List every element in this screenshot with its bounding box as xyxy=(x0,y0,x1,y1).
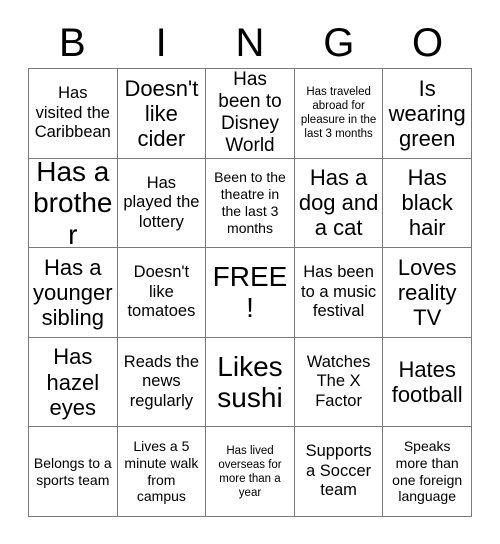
bingo-cell-label: Been to the theatre in the last 3 months xyxy=(214,169,286,236)
bingo-header-row: B I N G O xyxy=(28,18,472,68)
bingo-cell-label: Speaks more than one foreign language xyxy=(392,438,463,505)
bingo-cell-label: Is wearing green xyxy=(388,75,466,151)
bingo-cell-i4[interactable]: Reads the news regularly xyxy=(117,337,207,428)
bingo-cell-label: Loves reality TV xyxy=(397,254,457,331)
bingo-cell-label: Has a dog and a cat xyxy=(298,165,379,241)
bingo-cell-b1[interactable]: Has visited the Caribbean xyxy=(29,69,118,159)
bingo-cell-i1[interactable]: Doesn't like cider xyxy=(117,69,207,159)
bingo-cell-b4[interactable]: Has hazel eyes xyxy=(29,337,118,428)
bingo-cell-label: Has hazel eyes xyxy=(46,344,100,420)
bingo-free-space-label: FREE! xyxy=(212,261,288,324)
bingo-cell-label: Doesn't like tomatoes xyxy=(127,263,196,321)
bingo-cell-g2[interactable]: Has a dog and a cat xyxy=(294,158,384,249)
bingo-grid: Has visited the Caribbean Doesn't like c… xyxy=(28,68,472,517)
bingo-cell-label: Has black hair xyxy=(401,165,453,241)
bingo-cell-b3[interactable]: Has a younger sibling xyxy=(29,248,118,338)
bingo-header-letter-g: G xyxy=(323,21,355,65)
bingo-cell-o2[interactable]: Has black hair xyxy=(383,158,472,249)
bingo-cell-b2[interactable]: Has a brother xyxy=(29,158,118,249)
bingo-cell-n2[interactable]: Been to the theatre in the last 3 months xyxy=(206,158,295,249)
bingo-cell-label: Likes sushi xyxy=(217,350,283,414)
bingo-cell-label: Belongs to a sports team xyxy=(33,454,112,488)
bingo-cell-label: Has a brother xyxy=(33,158,113,249)
bingo-cell-label: Has visited the Caribbean xyxy=(34,84,111,142)
bingo-cell-o3[interactable]: Loves reality TV xyxy=(383,248,472,338)
bingo-cell-label: Reads the news regularly xyxy=(123,352,199,410)
bingo-cell-o5[interactable]: Speaks more than one foreign language xyxy=(383,427,472,517)
bingo-header-letter-n: N xyxy=(235,21,265,65)
bingo-cell-label: Has been to Disney World xyxy=(218,69,282,157)
bingo-cell-g5[interactable]: Supports a Soccer team xyxy=(294,427,384,517)
bingo-cell-o1[interactable]: Is wearing green xyxy=(383,69,472,159)
bingo-header-letter-o: O xyxy=(412,21,444,65)
bingo-cell-free-space[interactable]: FREE! xyxy=(206,248,295,338)
bingo-cell-n4[interactable]: Likes sushi xyxy=(206,337,295,428)
bingo-cell-label: Has played the lottery xyxy=(123,173,200,231)
bingo-cell-label: Has been to a music festival xyxy=(300,263,377,321)
bingo-cell-o4[interactable]: Hates football xyxy=(383,337,472,428)
bingo-cell-label: Doesn't like cider xyxy=(124,75,199,151)
bingo-header-letter-i: I xyxy=(155,21,167,65)
bingo-cell-g3[interactable]: Has been to a music festival xyxy=(294,248,384,338)
bingo-cell-i5[interactable]: Lives a 5 minute walk from campus xyxy=(117,427,207,517)
bingo-cell-i2[interactable]: Has played the lottery xyxy=(117,158,207,249)
bingo-cell-n1[interactable]: Has been to Disney World xyxy=(206,69,295,159)
bingo-cell-label: Has a younger sibling xyxy=(33,254,113,331)
bingo-card: B I N G O Has visited the Caribbean Does… xyxy=(0,0,500,544)
bingo-cell-label: Has traveled abroad for pleasure in the … xyxy=(300,86,377,141)
bingo-cell-n5[interactable]: Has lived overseas for more than a year xyxy=(206,427,295,517)
bingo-cell-label: Watches The X Factor xyxy=(306,352,371,410)
bingo-cell-label: Lives a 5 minute walk from campus xyxy=(124,438,199,505)
bingo-cell-label: Has lived overseas for more than a year xyxy=(218,444,282,499)
bingo-cell-g4[interactable]: Watches The X Factor xyxy=(294,337,384,428)
bingo-cell-i3[interactable]: Doesn't like tomatoes xyxy=(117,248,207,338)
bingo-cell-b5[interactable]: Belongs to a sports team xyxy=(29,427,118,517)
bingo-cell-label: Hates football xyxy=(391,357,463,408)
bingo-header-letter-b: B xyxy=(59,21,86,65)
bingo-cell-g1[interactable]: Has traveled abroad for pleasure in the … xyxy=(294,69,384,159)
bingo-cell-label: Supports a Soccer team xyxy=(305,442,372,500)
